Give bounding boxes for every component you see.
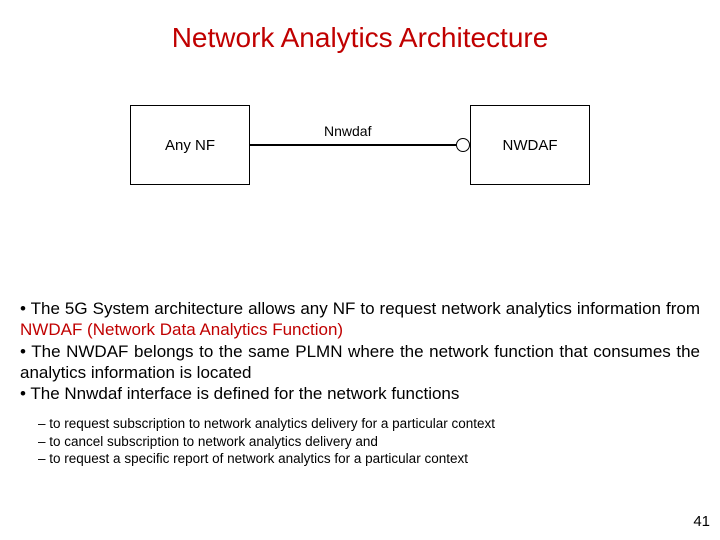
sub-bullet-1: – to request subscription to network ana… [20,415,700,433]
bullet-1: • The 5G System architecture allows any … [20,298,700,341]
lollipop-socket-icon [456,138,470,152]
slide-title: Network Analytics Architecture [0,22,720,54]
connector-line [250,144,456,146]
interface-label: Nnwdaf [320,123,375,139]
box-any-nf: Any NF [130,105,250,185]
sub-bullet-2: – to cancel subscription to network anal… [20,433,700,451]
sub-bullets: – to request subscription to network ana… [20,415,700,468]
slide: Network Analytics Architecture Any NF Nn… [0,0,720,540]
nwdaf-term: NWDAF (Network Data Analytics Function) [20,320,343,339]
architecture-diagram: Any NF Nnwdaf NWDAF [130,105,590,195]
page-number: 41 [693,513,710,530]
body-bullets: • The 5G System architecture allows any … [20,298,700,404]
bullet-1-pre: The 5G System architecture allows any NF… [31,299,700,318]
bullet-3: • The Nnwdaf interface is defined for th… [20,383,700,404]
sub-bullet-3: – to request a specific report of networ… [20,450,700,468]
box-nwdaf: NWDAF [470,105,590,185]
bullet-2: • The NWDAF belongs to the same PLMN whe… [20,341,700,384]
